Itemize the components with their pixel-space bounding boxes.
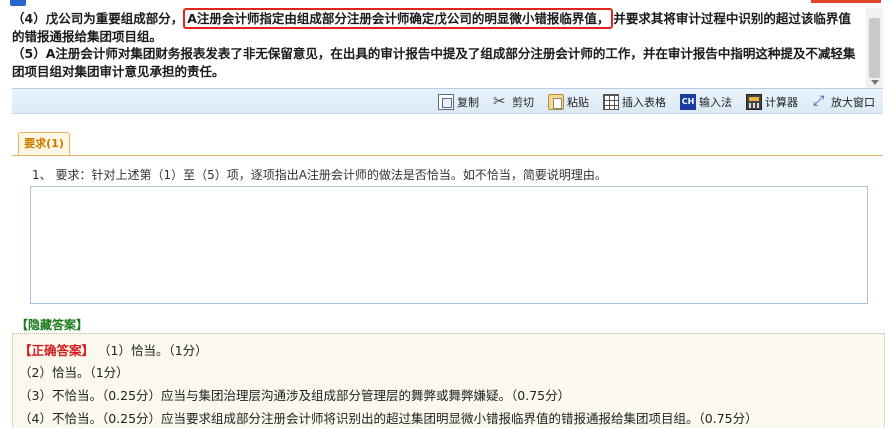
copy-icon (438, 94, 454, 110)
paste-button[interactable]: 粘贴 (548, 92, 589, 112)
question-passage: （4）戊公司为重要组成部分， A注册会计师指定由组成部分注册会计师确定戊公司的明显… (12, 8, 862, 80)
answer-line-4: （4）不恰当。（0.25分）应当要求组成部分注册会计师将识别出的超过集团明显微小… (19, 411, 758, 426)
copy-button[interactable]: 复制 (438, 92, 479, 112)
copy-label: 复制 (457, 96, 479, 109)
paste-label: 粘贴 (567, 96, 589, 109)
calculator-icon (746, 94, 762, 110)
maximize-window-button[interactable]: 放大窗口 (812, 92, 875, 112)
answer-line-2: （2）恰当。（1分） (19, 365, 129, 380)
highlighted-text: A注册会计师指定由组成部分注册会计师确定戊公司的明显微小错报临界值， (183, 8, 614, 29)
calculator-button[interactable]: 计算器 (746, 92, 798, 112)
header-red-fragment (811, 0, 881, 3)
cut-button[interactable]: 剪切 (493, 92, 534, 112)
editor-toolbar: 复制 剪切 粘贴 插入表格 CH 输入法 计算器 放大窗口 (12, 88, 883, 114)
scrollbar-thumb[interactable] (869, 18, 880, 78)
passage-item-5: （5）A注册会计师对集团财务报表发表了非无保留意见，在出具的审计报告中提及了组成… (12, 46, 856, 79)
correct-answer-label: 【正确答案】 (19, 343, 95, 358)
maximize-icon (812, 93, 828, 110)
passage-scrollbar[interactable] (866, 8, 883, 88)
scissors-icon (493, 92, 509, 110)
requirement-text: 1、 要求：针对上述第（1）至（5）项，逐项指出A注册会计师的做法是否恰当。如不… (32, 168, 607, 182)
scroll-down-arrow-icon[interactable] (871, 80, 879, 85)
answer-line-1: 【正确答案】 （1）恰当。（1分） (19, 340, 208, 359)
input-method-icon: CH (680, 94, 696, 110)
answer-text-1: （1）恰当。（1分） (98, 343, 208, 358)
input-method-label: 输入法 (699, 96, 732, 109)
requirement-panel: 要求(1) 1、 要求：针对上述第（1）至（5）项，逐项指出A注册会计师的做法是… (12, 114, 883, 314)
passage-item-4: （4）戊公司为重要组成部分， A注册会计师指定由组成部分注册会计师确定戊公司的明显… (12, 8, 862, 45)
insert-table-button[interactable]: 插入表格 (603, 92, 666, 112)
passage-item-4-prefix: （4）戊公司为重要组成部分， (12, 11, 184, 26)
tab-requirement-1[interactable]: 要求(1) (18, 132, 70, 156)
maximize-label: 放大窗口 (831, 96, 875, 109)
answer-line-3: （3）不恰当。（0.25分）应当与集团治理层沟通涉及组成部分管理层的舞弊或舞弊嫌… (19, 388, 571, 403)
insert-table-label: 插入表格 (622, 96, 666, 109)
table-icon (603, 94, 619, 110)
hide-answer-link[interactable]: 【隐藏答案】 (16, 316, 88, 333)
answer-input[interactable] (30, 186, 868, 304)
tab-divider (12, 155, 883, 156)
header-tab-fragment (10, 0, 26, 6)
input-method-button[interactable]: CH 输入法 (680, 92, 732, 112)
calculator-label: 计算器 (765, 96, 798, 109)
top-strip (0, 0, 889, 8)
clipboard-icon (548, 94, 564, 110)
cut-label: 剪切 (512, 96, 534, 109)
correct-answer-panel: 【正确答案】 （1）恰当。（1分） （2）恰当。（1分） （3）不恰当。（0.2… (12, 333, 885, 428)
